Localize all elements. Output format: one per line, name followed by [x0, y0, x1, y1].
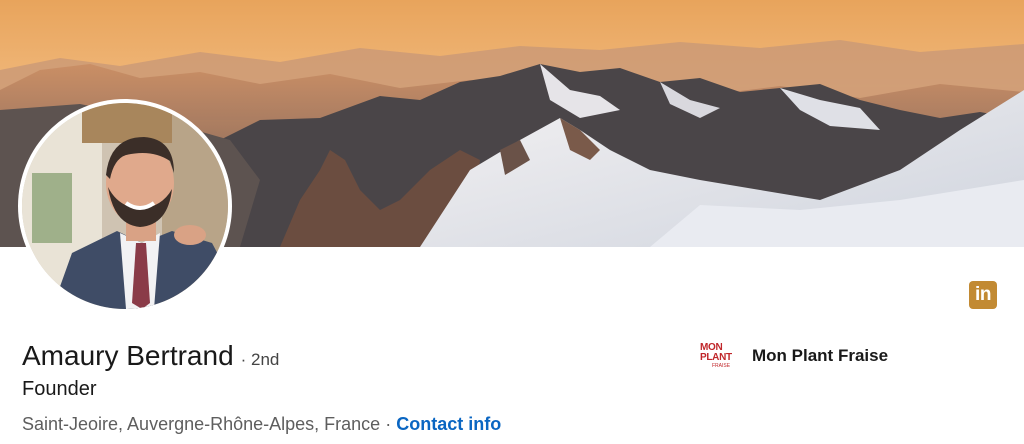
profile-name-row: Amaury Bertrand · 2nd	[22, 340, 279, 372]
linkedin-icon[interactable]: in	[969, 281, 997, 309]
company-logo-line1: MON PLANT	[700, 342, 732, 363]
profile-name: Amaury Bertrand	[22, 340, 234, 371]
company-name[interactable]: Mon Plant Fraise	[752, 346, 888, 366]
connection-degree: · 2nd	[240, 350, 280, 369]
linkedin-icon-label: in	[975, 284, 991, 305]
profile-location: Saint-Jeoire, Auvergne-Rhône-Alpes, Fran…	[22, 414, 381, 434]
company-logo-line2: FRAISE	[711, 363, 731, 369]
current-company[interactable]: MON PLANT FRAISE Mon Plant Fraise	[700, 342, 888, 370]
profile-photo[interactable]	[22, 103, 228, 309]
profile-headline: Founder	[22, 378, 97, 400]
profile-location-row: Saint-Jeoire, Auvergne-Rhône-Alpes, Fran…	[22, 414, 501, 435]
location-separator: ·	[385, 414, 397, 434]
company-logo: MON PLANT FRAISE	[700, 342, 742, 370]
avatar-image	[22, 103, 228, 309]
contact-info-link[interactable]: Contact info	[396, 414, 501, 434]
